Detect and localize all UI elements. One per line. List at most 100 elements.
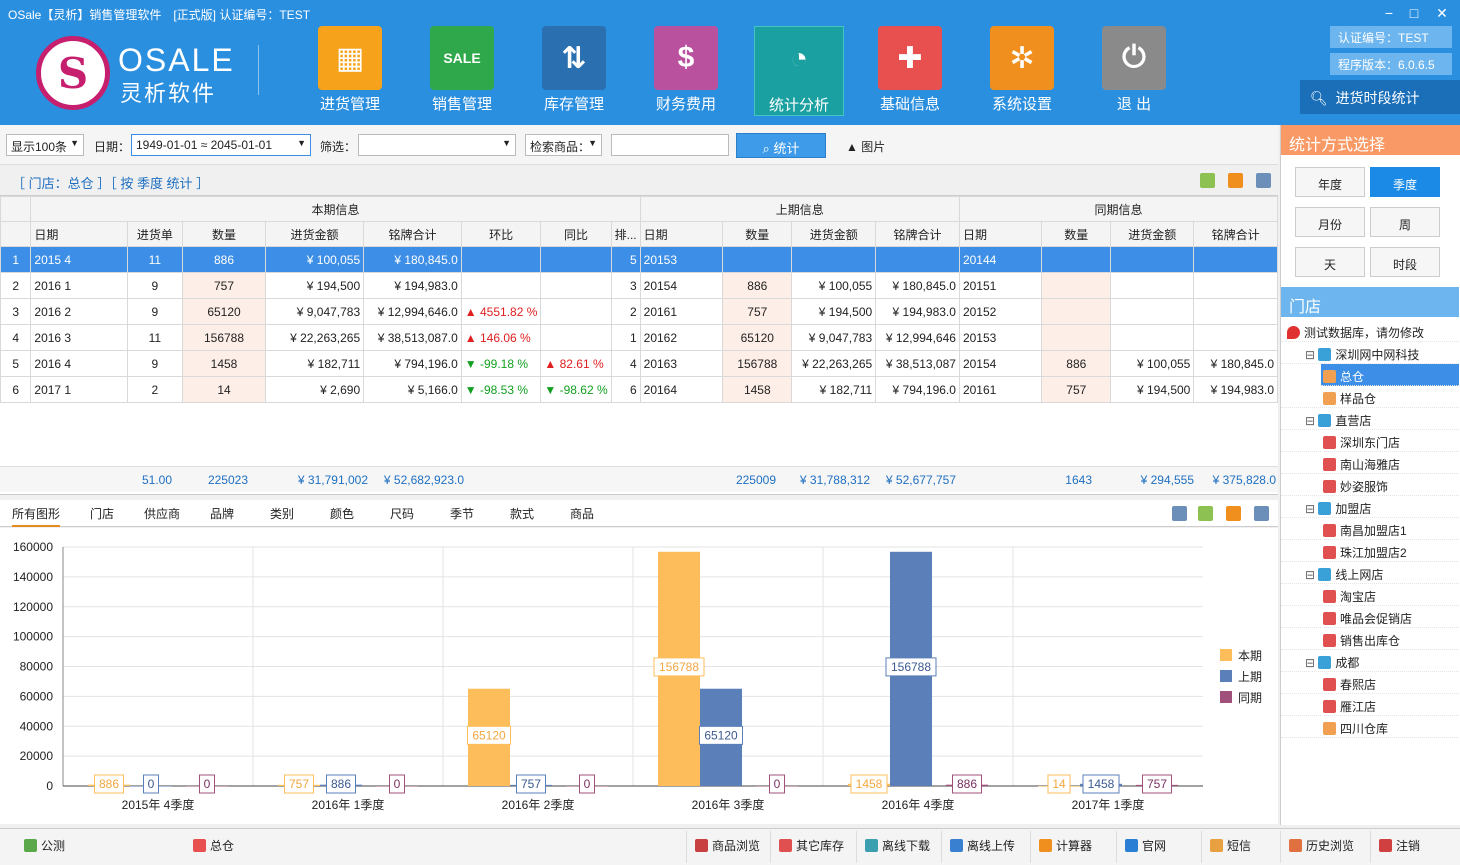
column-header[interactable]: 铭牌合计: [875, 221, 960, 247]
chart-tab[interactable]: 颜色: [330, 505, 354, 522]
collapse-icon[interactable]: ⊟: [1305, 348, 1318, 362]
search-input[interactable]: [611, 134, 729, 156]
tree-node[interactable]: ⊟ 线上网店: [1281, 562, 1459, 584]
table-row[interactable]: 2 2016 1 9 757 ¥ 194,500 ¥ 194,983.0 3 20154 886…: [0, 272, 1278, 299]
table-row[interactable]: 1 2015 4 11 886 ¥ 100,055 ¥ 180,845.0 5 20153 20…: [0, 246, 1278, 273]
tree-node[interactable]: 测试数据库，请勿修改: [1281, 320, 1459, 342]
chart-tab[interactable]: 类别: [270, 505, 294, 522]
column-header[interactable]: 铭牌合计: [363, 221, 462, 247]
period-button[interactable]: 天: [1295, 247, 1365, 277]
table-row[interactable]: 3 2016 2 9 65120 ¥ 9,047,783 ¥ 12,994,646.0 ▲ …: [0, 298, 1278, 325]
data-label: 156788: [891, 660, 931, 674]
column-header[interactable]: 数量: [1041, 221, 1112, 247]
wrench-icon[interactable]: [1254, 506, 1269, 521]
tree-node[interactable]: ⊟ 加盟店: [1281, 496, 1459, 518]
column-header[interactable]: 铭牌合计: [1193, 221, 1278, 247]
tree-node[interactable]: 珠江加盟店2: [1281, 540, 1459, 562]
nav-button-0[interactable]: ▦ 进货管理: [310, 26, 390, 116]
column-header[interactable]: 日期: [958, 221, 1043, 247]
search-goods-select[interactable]: 检索商品： ▼: [525, 134, 602, 156]
column-header[interactable]: 进货金额: [1110, 221, 1195, 247]
column-header[interactable]: 进货金额: [791, 221, 877, 247]
collapse-icon[interactable]: ⊟: [1305, 502, 1318, 516]
logout-button[interactable]: 注销: [1370, 831, 1428, 863]
table-row[interactable]: 6 2017 1 2 14 ¥ 2,690 ¥ 5,166.0 ▼ -98.53 % ▼ -9…: [0, 376, 1278, 403]
column-header[interactable]: 日期: [639, 221, 724, 247]
tree-node[interactable]: ⊟ 深圳网中网科技: [1281, 342, 1459, 364]
period-button[interactable]: 时段: [1370, 247, 1440, 277]
tree-node[interactable]: 四川仓库: [1281, 716, 1459, 738]
chart-tab[interactable]: 季节: [450, 505, 474, 522]
nav-button-5[interactable]: ✚ 基础信息: [870, 26, 950, 116]
history-button[interactable]: 历史浏览: [1280, 831, 1362, 863]
wrench-icon[interactable]: [1256, 173, 1271, 188]
tree-node[interactable]: 春熙店: [1281, 672, 1459, 694]
website-button[interactable]: 官网: [1116, 831, 1174, 863]
chart-tab[interactable]: 商品: [570, 505, 594, 522]
nav-button-3[interactable]: $ 财务费用: [646, 26, 726, 116]
column-header[interactable]: 数量: [722, 221, 793, 247]
tree-node[interactable]: ⊟ 成都: [1281, 650, 1459, 672]
copy-icon[interactable]: [1198, 506, 1213, 521]
column-header[interactable]: 日期: [30, 221, 128, 247]
website-icon: [1125, 839, 1138, 852]
table-row[interactable]: 4 2016 3 11 156788 ¥ 22,263,265 ¥ 38,513,087.…: [0, 324, 1278, 351]
column-header[interactable]: 进货金额: [264, 221, 365, 247]
table-row[interactable]: 5 2016 4 9 1458 ¥ 182,711 ¥ 794,196.0 ▼ -99.18…: [0, 350, 1278, 377]
other-stock-button[interactable]: 其它库存: [770, 831, 852, 863]
collapse-icon[interactable]: ⊟: [1305, 568, 1318, 582]
calculator-button[interactable]: 计算器: [1030, 831, 1100, 863]
goods-browse-button[interactable]: 商品浏览: [686, 831, 768, 863]
collapse-icon[interactable]: ⊟: [1305, 414, 1318, 428]
tree-node[interactable]: 唯品会促销店: [1281, 606, 1459, 628]
maximize-icon[interactable]: □: [1405, 5, 1423, 21]
period-button[interactable]: 周: [1370, 207, 1440, 237]
nav-button-1[interactable]: SALE 销售管理: [422, 26, 502, 116]
image-button[interactable]: ▲ 图片: [846, 138, 885, 155]
sms-button[interactable]: 短信: [1201, 831, 1259, 863]
period-stat-button[interactable]: 🔍︎ 进货时段统计: [1300, 80, 1460, 114]
close-icon[interactable]: ✕: [1433, 5, 1451, 22]
offline-upload-button[interactable]: 离线上传: [941, 831, 1023, 863]
nav-button-6[interactable]: ✲ 系统设置: [982, 26, 1062, 116]
period-button[interactable]: 季度: [1370, 167, 1440, 197]
copy-icon[interactable]: [1200, 173, 1215, 188]
period-button[interactable]: 年度: [1295, 167, 1365, 197]
column-header[interactable]: 数量: [182, 221, 266, 247]
column-header[interactable]: 进货单: [126, 221, 184, 247]
column-header[interactable]: 环比: [460, 221, 542, 247]
nav-button-4[interactable]: ◔ 统计分析: [754, 26, 844, 116]
tree-node[interactable]: 样品仓: [1281, 386, 1459, 408]
table-cell: 886: [182, 246, 266, 273]
tree-node[interactable]: ⊟ 直营店: [1281, 408, 1459, 430]
offline-download-button[interactable]: 离线下载: [856, 831, 938, 863]
tree-node[interactable]: 南昌加盟店1: [1281, 518, 1459, 540]
chart-tab[interactable]: 品牌: [210, 505, 234, 522]
chart-tab[interactable]: 供应商: [144, 505, 180, 522]
chart-tab[interactable]: 尺码: [390, 505, 414, 522]
nav-button-7[interactable]: ⏻ 退 出: [1094, 26, 1174, 116]
column-header[interactable]: 排...: [610, 221, 641, 247]
stat-button[interactable]: ⌕ 统计: [736, 133, 826, 158]
tree-node[interactable]: 雁江店: [1281, 694, 1459, 716]
tree-node[interactable]: 销售出库仓: [1281, 628, 1459, 650]
tree-node[interactable]: 妙姿服饰: [1281, 474, 1459, 496]
grid-icon[interactable]: [1172, 506, 1187, 521]
tree-node[interactable]: 南山海雅店: [1281, 452, 1459, 474]
chart-tab[interactable]: 门店: [90, 505, 114, 522]
minimize-icon[interactable]: −: [1380, 5, 1398, 21]
date-range-select[interactable]: 1949-01-01 ≈ 2045-01-01 ▼: [131, 134, 311, 156]
page-size-select[interactable]: 显示100条 ▼: [6, 134, 84, 156]
period-button[interactable]: 月份: [1295, 207, 1365, 237]
chart-tab[interactable]: 款式: [510, 505, 534, 522]
export-icon[interactable]: [1228, 173, 1243, 188]
column-header[interactable]: 同比: [540, 221, 612, 247]
chart-tab[interactable]: 所有图形: [12, 505, 61, 527]
filter-select[interactable]: ▼: [358, 134, 516, 156]
tree-node[interactable]: 深圳东门店: [1281, 430, 1459, 452]
tree-node[interactable]: 总仓: [1321, 364, 1459, 386]
nav-button-2[interactable]: ⇅ 库存管理: [534, 26, 614, 116]
tree-node[interactable]: 淘宝店: [1281, 584, 1459, 606]
collapse-icon[interactable]: ⊟: [1305, 656, 1318, 670]
export-icon[interactable]: [1226, 506, 1241, 521]
